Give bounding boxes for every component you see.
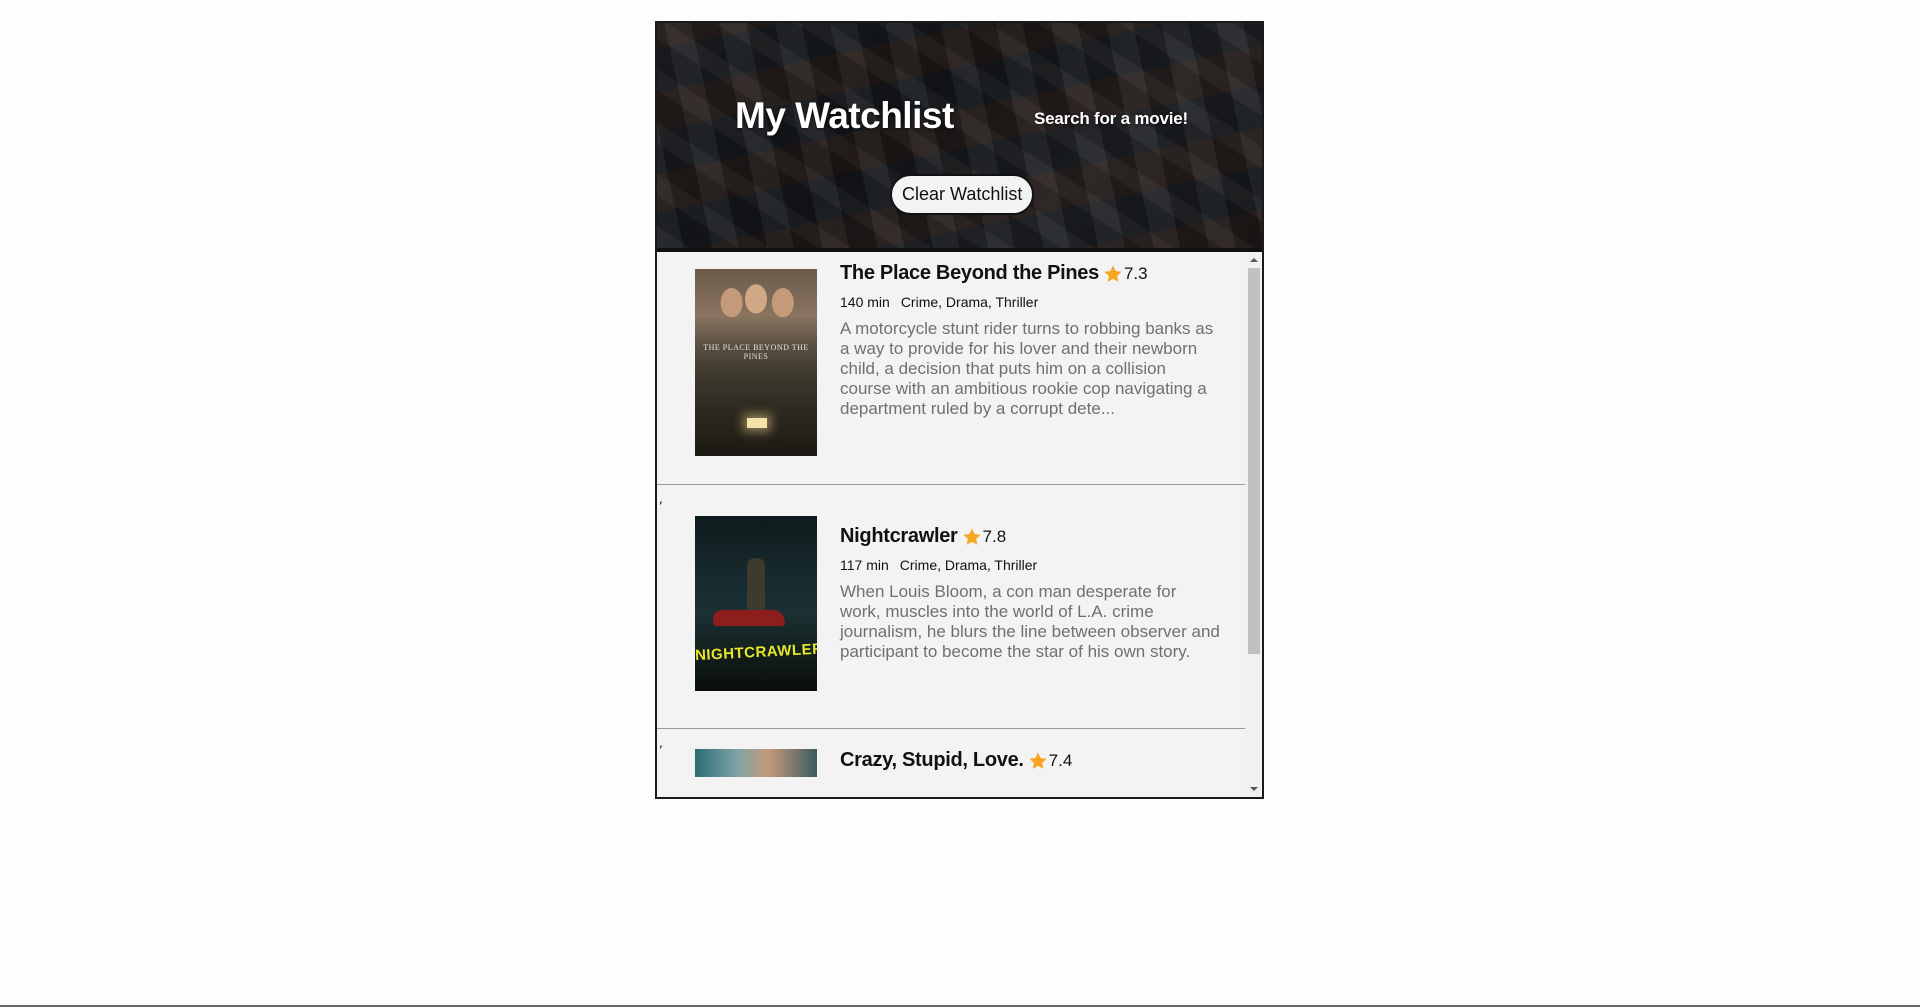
page-bottom-border: [0, 1005, 1920, 1007]
movie-runtime: 140 min: [840, 294, 890, 310]
movie-genres: Crime, Drama, Thriller: [899, 557, 1038, 573]
scrollbar-thumb[interactable]: [1248, 268, 1260, 654]
watchlist-app: My Watchlist Search for a movie! Clear W…: [655, 21, 1264, 799]
movie-rating: 7.3: [1123, 263, 1148, 283]
search-movie-link[interactable]: Search for a movie!: [1034, 109, 1188, 129]
poster-lights-decoration: [747, 418, 767, 428]
movie-genres: Crime, Drama, Thriller: [900, 294, 1039, 310]
title-row: The Place Beyond the Pines 7.3: [840, 262, 1220, 285]
star-icon: [962, 528, 981, 545]
movie-title: Nightcrawler: [840, 525, 958, 547]
movie-poster: NIGHTCRAWLER: [695, 516, 817, 691]
movie-meta: 140 min Crime, Drama, Thriller: [840, 294, 1220, 310]
page-title: My Watchlist: [735, 95, 954, 136]
poster-title-text: THE PLACE BEYOND THE PINES: [703, 343, 809, 361]
movie-runtime: 117 min: [840, 557, 889, 573]
star-icon: [1029, 752, 1047, 769]
scroll-up-arrow-icon[interactable]: [1250, 258, 1258, 262]
scroll-down-arrow-icon[interactable]: [1250, 787, 1258, 791]
header: My Watchlist Search for a movie! Clear W…: [657, 23, 1262, 252]
movie-rating: 7.4: [1048, 750, 1073, 770]
watchlist-list[interactable]: THE PLACE BEYOND THE PINES The Place Bey…: [657, 252, 1262, 797]
title-row: Crazy, Stupid, Love. 7.4: [840, 749, 1220, 772]
movie-info: Crazy, Stupid, Love. 7.4: [840, 749, 1220, 772]
movie-info: Nightcrawler 7.8 117 min Crime, Drama, T…: [840, 525, 1220, 662]
list-scrollbar[interactable]: [1246, 252, 1262, 797]
movie-meta: 117 min Crime, Drama, Thriller: [840, 557, 1220, 573]
list-item: THE PLACE BEYOND THE PINES The Place Bey…: [657, 252, 1245, 506]
star-icon: [1104, 265, 1122, 282]
clear-watchlist-button[interactable]: Clear Watchlist: [890, 174, 1035, 215]
poster-title-text: NIGHTCRAWLER: [695, 640, 817, 665]
movie-info: The Place Beyond the Pines 7.3 140 min C…: [840, 262, 1220, 419]
movie-rating: 7.8: [982, 526, 1007, 546]
movie-poster: [695, 749, 817, 777]
movie-plot: A motorcycle stunt rider turns to robbin…: [840, 319, 1214, 418]
movie-plot: When Louis Bloom, a con man desperate fo…: [840, 582, 1220, 661]
title-row: Nightcrawler 7.8: [840, 525, 1220, 548]
poster-car-decoration: [713, 610, 785, 626]
movie-title: Crazy, Stupid, Love.: [840, 749, 1024, 771]
list-item: NIGHTCRAWLER Nightcrawler 7.8 117 min Cr…: [657, 485, 1245, 750]
movie-title: The Place Beyond the Pines: [840, 262, 1099, 284]
list-item: Crazy, Stupid, Love. 7.4: [657, 729, 1245, 797]
movie-poster: THE PLACE BEYOND THE PINES: [695, 269, 817, 456]
